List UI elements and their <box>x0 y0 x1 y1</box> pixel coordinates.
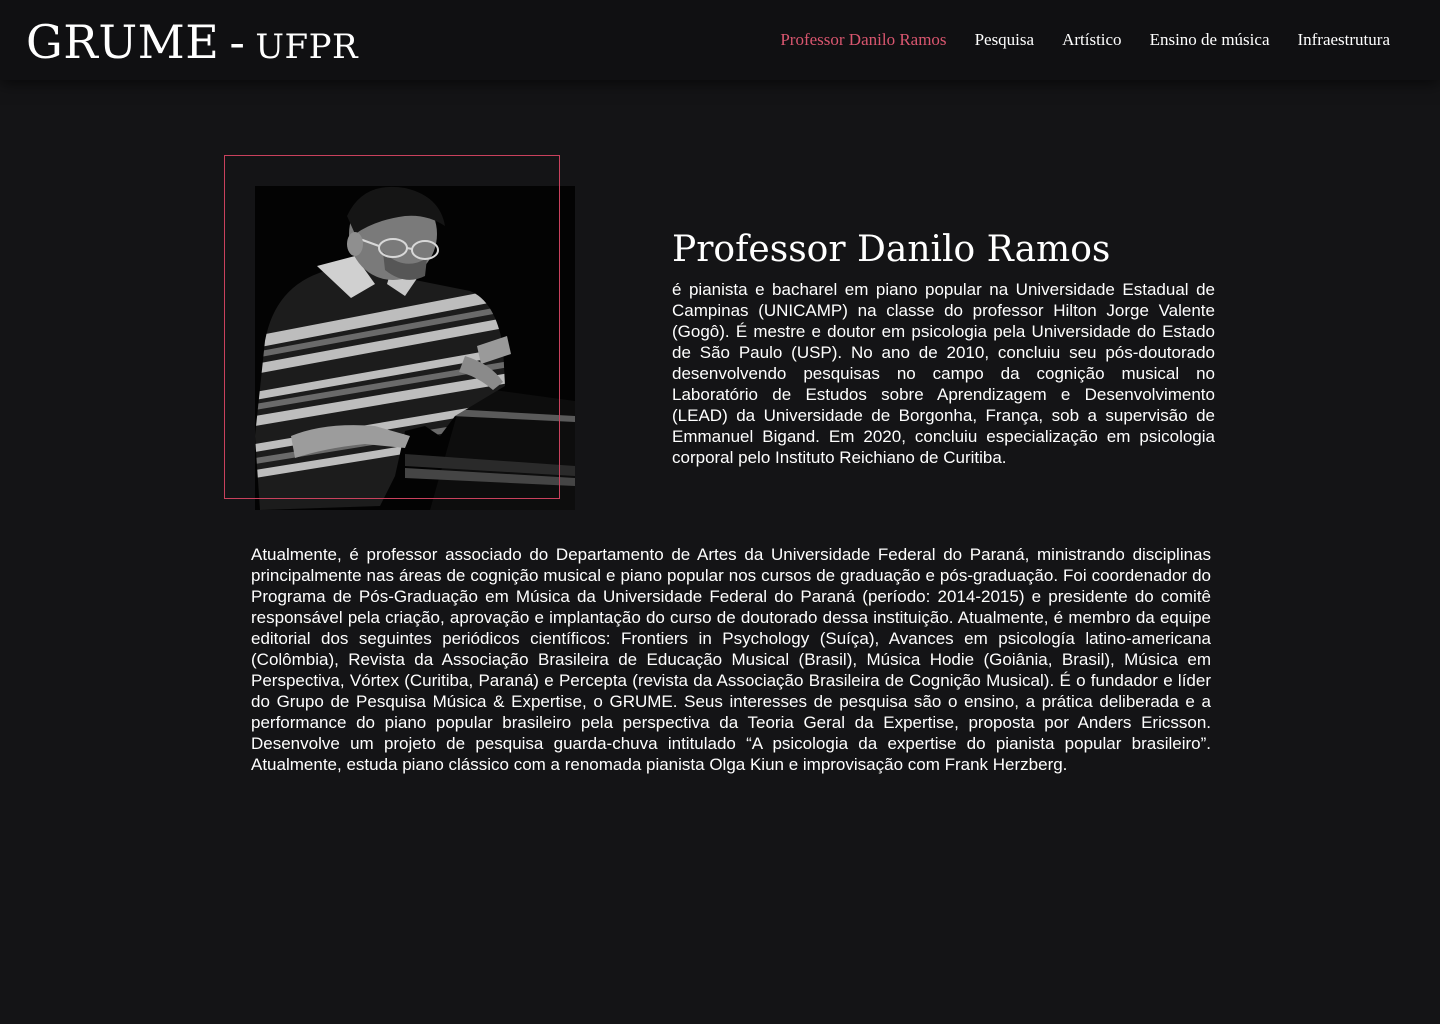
brand-sub: UFPR <box>255 27 359 67</box>
brand-main: GRUME <box>26 15 220 69</box>
top-navigation-bar: GRUME - UFPR Professor Danilo Ramos Pesqui… <box>0 0 1440 80</box>
brand-separator: - <box>229 15 246 69</box>
profile-main-text: Atualmente, é professor associado do Dep… <box>251 545 1211 774</box>
profile-name-heading: Professor Danilo Ramos <box>672 229 1111 270</box>
profile-photo-frame <box>224 155 560 499</box>
nav-item-ensino-de-musica[interactable]: Ensino de música <box>1150 28 1270 52</box>
main-nav: Professor Danilo Ramos Pesquisa Artístic… <box>780 28 1390 52</box>
nav-item-infraestrutura[interactable]: Infraestrutura <box>1297 28 1390 52</box>
nav-item-artistico[interactable]: Artístico <box>1062 28 1122 52</box>
site-logo[interactable]: GRUME - UFPR <box>26 12 358 77</box>
nav-item-pesquisa[interactable]: Pesquisa <box>975 28 1035 52</box>
profile-intro-text: é pianista e bacharel em piano popular n… <box>672 280 1215 467</box>
nav-item-professor-danilo-ramos[interactable]: Professor Danilo Ramos <box>780 28 946 52</box>
